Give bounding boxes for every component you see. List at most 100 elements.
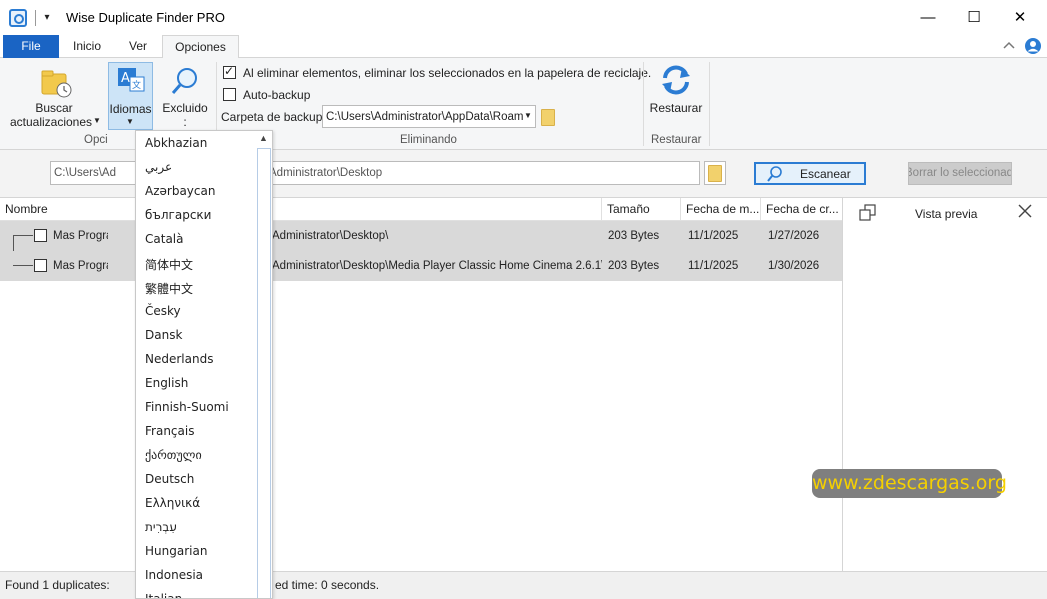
auto-backup-label: Auto-backup: [243, 88, 311, 102]
row-modified: 11/1/2025: [688, 260, 739, 272]
scroll-up-icon[interactable]: ▲: [259, 133, 268, 143]
excluded-label-1: Excluido: [162, 101, 208, 115]
column-header-name[interactable]: Nombre: [0, 198, 602, 220]
row-created: 1/27/2026: [768, 230, 820, 242]
row-modified: 11/1/2025: [688, 230, 739, 242]
backup-folder-select[interactable]: C:\Users\Administrator\AppData\Roam: [322, 105, 536, 128]
maximize-button[interactable]: ☐: [951, 0, 997, 35]
row-checkbox[interactable]: [34, 259, 47, 272]
languages-label: Idiomas: [109, 102, 152, 116]
languages-dropdown-menu[interactable]: Abkhazian عربي Azərbaycan български Català 简体…: [135, 130, 273, 599]
delete-selected-button[interactable]: Borrar lo seleccionado: [908, 162, 1012, 185]
group-restore-label: Restaurar: [651, 134, 702, 146]
delete-to-recycle-label: Al eliminar elementos, eliminar los sele…: [243, 66, 652, 80]
language-menu-item[interactable]: Finnish-Suomi: [145, 400, 229, 414]
tree-line: [13, 235, 33, 236]
group-separator: [709, 62, 710, 146]
language-menu-item[interactable]: 简体中文: [145, 256, 193, 273]
tab-file[interactable]: File: [3, 35, 59, 58]
language-menu-item[interactable]: Hungarian: [145, 544, 207, 558]
check-updates-dropdown-icon: ▼: [93, 116, 101, 125]
check-updates-label-2: actualizaciones: [9, 115, 93, 129]
languages-button[interactable]: A 文 Idiomas ▼: [108, 62, 153, 130]
check-updates-icon: [41, 70, 72, 98]
language-menu-item[interactable]: Česky: [145, 304, 181, 318]
preview-title: Vista previa: [915, 207, 978, 221]
folder-icon: [708, 165, 722, 182]
minimize-button[interactable]: —: [905, 0, 951, 35]
language-menu-item[interactable]: عربي: [145, 160, 172, 174]
row-created: 1/30/2026: [768, 260, 820, 272]
column-header-created[interactable]: Fecha de cr...: [761, 198, 842, 220]
svg-text:文: 文: [132, 79, 141, 91]
group-deleting-label: Eliminando: [400, 134, 457, 146]
status-right-text: ed time: 0 seconds.: [275, 578, 380, 592]
close-button[interactable]: ✕: [997, 0, 1043, 35]
delete-selected-label: Borrar lo seleccionado: [908, 167, 1012, 179]
row-path: Administrator\Desktop\: [272, 230, 389, 242]
table-row[interactable]: Mas Progra Administrator\Desktop\Media P…: [0, 251, 842, 281]
language-menu-item[interactable]: English: [145, 376, 188, 390]
scan-button[interactable]: Escanear: [754, 162, 866, 185]
ribbon-tabs: File Inicio Ver Opciones: [0, 35, 1047, 59]
search-icon: [767, 166, 782, 182]
search-exclude-icon: [171, 68, 197, 94]
group-separator: [643, 62, 644, 146]
scan-button-label: Escanear: [800, 167, 851, 181]
row-checkbox[interactable]: [34, 229, 47, 242]
browse-scan-path-button[interactable]: [704, 161, 726, 185]
app-logo-icon: [9, 9, 27, 27]
window-title: Wise Duplicate Finder PRO: [66, 10, 225, 25]
check-updates-label-1: Buscar: [35, 101, 73, 115]
tab-ver[interactable]: Ver: [115, 35, 161, 58]
language-menu-item[interactable]: български: [145, 208, 211, 222]
scrollbar-thumb[interactable]: [257, 148, 271, 598]
language-menu-item[interactable]: Dansk: [145, 328, 182, 342]
browse-folder-icon[interactable]: [541, 109, 555, 126]
quick-access-dropdown-icon[interactable]: ▾: [40, 10, 54, 26]
restore-icon: [662, 65, 690, 95]
row-size: 203 Bytes: [608, 230, 660, 242]
backup-folder-label: Carpeta de backup: [221, 110, 323, 124]
title-separator: [35, 10, 36, 26]
tree-line: [13, 265, 33, 266]
delete-to-recycle-checkbox[interactable]: [223, 64, 236, 79]
language-menu-item[interactable]: Français: [145, 424, 194, 438]
status-left-text: Found 1 duplicates:: [5, 578, 110, 592]
column-header-modified[interactable]: Fecha de m...: [681, 198, 761, 220]
user-account-icon[interactable]: [1024, 37, 1042, 55]
scan-path-right: Administrator\Desktop: [269, 167, 383, 179]
title-bar: ▾ Wise Duplicate Finder PRO — ☐ ✕: [0, 0, 1047, 35]
table-row[interactable]: Mas Progra Administrator\Desktop\ 203 By…: [0, 221, 842, 265]
language-menu-item[interactable]: Català: [145, 232, 183, 246]
copy-icon[interactable]: [859, 204, 877, 222]
language-menu-item[interactable]: Nederlands: [145, 352, 213, 366]
language-menu-item[interactable]: Italian: [145, 592, 182, 598]
check-updates-button[interactable]: Buscar actualizaciones ▼: [4, 62, 104, 130]
tab-opciones[interactable]: Opciones: [162, 35, 239, 59]
backup-folder-value: C:\Users\Administrator\AppData\Roam: [326, 111, 524, 123]
column-header-size[interactable]: Tamaño: [602, 198, 681, 220]
language-menu-item[interactable]: עִבְרִית: [145, 520, 177, 534]
row-path: Administrator\Desktop\Media Player Class…: [272, 260, 602, 272]
language-menu-item[interactable]: Azərbaycan: [145, 184, 215, 198]
languages-icon: A 文: [118, 68, 145, 92]
language-menu-item[interactable]: Indonesia: [145, 568, 203, 582]
languages-dropdown-icon: ▼: [126, 117, 134, 126]
language-menu-item[interactable]: Abkhazian: [145, 136, 207, 150]
row-name: Mas Progra: [53, 230, 108, 242]
backup-folder-dropdown-icon[interactable]: ▼: [524, 111, 532, 120]
language-menu-item[interactable]: Ελληνικά: [145, 496, 200, 510]
language-menu-item[interactable]: 繁體中文: [145, 280, 193, 297]
excluded-button[interactable]: Excluido :: [160, 62, 210, 130]
svg-text:A: A: [121, 71, 130, 86]
close-preview-icon[interactable]: [1018, 204, 1032, 218]
preview-panel: Vista previa: [842, 198, 1047, 571]
restore-button[interactable]: Restaurar: [648, 62, 704, 120]
collapse-ribbon-icon[interactable]: [1003, 40, 1015, 50]
results-table-header: Nombre Tamaño Fecha de m... Fecha de cr.…: [0, 198, 842, 221]
language-menu-item[interactable]: ქართული: [145, 448, 202, 462]
auto-backup-checkbox[interactable]: [223, 88, 236, 101]
tab-inicio[interactable]: Inicio: [62, 35, 112, 58]
language-menu-item[interactable]: Deutsch: [145, 472, 194, 486]
